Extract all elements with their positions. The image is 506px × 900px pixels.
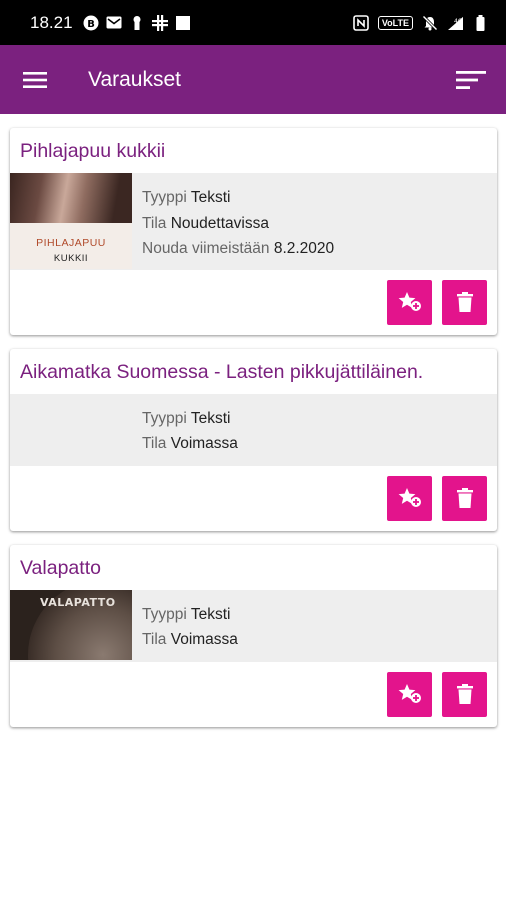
type-row: Tyyppi Teksti <box>142 605 231 623</box>
app-bar: Varaukset <box>0 45 506 114</box>
type-value: Teksti <box>190 605 231 623</box>
card-actions <box>10 466 497 531</box>
reservation-info: Tyyppi Teksti Tila Noudettavissa Nouda v… <box>132 173 334 270</box>
reservation-card: Aikamatka Suomessa - Lasten pikkujättilä… <box>10 348 497 531</box>
system-icons: VoLTE 4G <box>353 14 488 31</box>
sort-icon <box>456 70 486 89</box>
book-cover-empty <box>10 394 132 466</box>
page-title: Varaukset <box>88 67 181 91</box>
volte-badge: VoLTE <box>377 15 413 30</box>
status-value: Noudettavissa <box>170 214 269 232</box>
status-bar: 18.21 B VoLTE 4G <box>0 0 506 45</box>
nfc-icon <box>353 14 369 31</box>
type-row: Tyyppi Teksti <box>142 189 231 206</box>
status-value: Voimassa <box>170 631 238 648</box>
reservation-title[interactable]: Aikamatka Suomessa - Lasten pikkujättilä… <box>10 349 497 394</box>
delete-button[interactable] <box>442 475 487 521</box>
reservation-info: Tyyppi Teksti Tila Voimassa <box>132 394 238 466</box>
type-value: Teksti <box>190 409 231 427</box>
favorite-button[interactable] <box>387 279 432 325</box>
pickup-row: Nouda viimeistään 8.2.2020 <box>142 240 335 257</box>
silent-bell-icon <box>422 14 438 31</box>
delete-button[interactable] <box>442 279 487 325</box>
cover-photo <box>10 173 132 223</box>
hamburger-menu-icon <box>23 71 47 88</box>
type-value: Teksti <box>190 189 231 206</box>
mail-icon <box>106 15 122 31</box>
star-add-icon <box>398 488 421 507</box>
keyhole-icon <box>129 15 145 31</box>
cover-title: VALAPATTO <box>40 595 116 609</box>
svg-text:4G: 4G <box>454 18 463 25</box>
book-cover: VALAPATTO <box>10 589 132 662</box>
status-row: Tila Voimassa <box>142 631 238 648</box>
slack-icon <box>151 14 168 31</box>
book-cover: PIHLAJAPUU KUKKII <box>10 173 132 270</box>
reservation-card: Valapatto VALAPATTO Tyyppi Teksti Tila V… <box>10 544 497 727</box>
status-time: 18.21 <box>30 12 73 32</box>
card-actions <box>10 270 497 335</box>
status-value: Voimassa <box>170 435 238 452</box>
star-add-icon <box>398 684 421 703</box>
type-row: Tyyppi Teksti <box>142 409 231 427</box>
cover-title: PIHLAJAPUU <box>36 237 106 249</box>
reservation-details: PIHLAJAPUU KUKKII Tyyppi Teksti Tila Nou… <box>10 173 497 270</box>
reservation-details: VALAPATTO Tyyppi Teksti Tila Voimassa <box>10 589 497 662</box>
card-actions <box>10 662 497 727</box>
reservation-list: Pihlajapuu kukkii PIHLAJAPUU KUKKII Tyyp… <box>10 128 497 741</box>
menu-button[interactable] <box>0 45 70 114</box>
trash-icon <box>456 292 473 312</box>
battery-icon <box>472 14 488 31</box>
notification-icons: B <box>83 14 191 31</box>
favorite-button[interactable] <box>387 475 432 521</box>
sort-button[interactable] <box>436 45 506 114</box>
trash-icon <box>456 488 473 508</box>
delete-button[interactable] <box>442 671 487 717</box>
favorite-button[interactable] <box>387 671 432 717</box>
svg-text:B: B <box>87 19 95 30</box>
reservation-card: Pihlajapuu kukkii PIHLAJAPUU KUKKII Tyyp… <box>10 128 497 335</box>
pickup-date: 8.2.2020 <box>273 240 335 257</box>
cover-subtitle: KUKKII <box>53 253 89 264</box>
reservation-title[interactable]: Valapatto <box>10 545 497 590</box>
bitcoin-icon: B <box>83 15 99 31</box>
star-add-icon <box>398 292 421 311</box>
reservation-title[interactable]: Pihlajapuu kukkii <box>10 128 497 173</box>
trash-icon <box>456 684 473 704</box>
reservation-info: Tyyppi Teksti Tila Voimassa <box>132 590 238 662</box>
signal-4g-icon: 4G <box>447 15 463 31</box>
square-icon <box>175 15 191 31</box>
status-row: Tila Noudettavissa <box>142 214 269 232</box>
status-row: Tila Voimassa <box>142 435 238 452</box>
reservation-details: Tyyppi Teksti Tila Voimassa <box>10 393 497 466</box>
